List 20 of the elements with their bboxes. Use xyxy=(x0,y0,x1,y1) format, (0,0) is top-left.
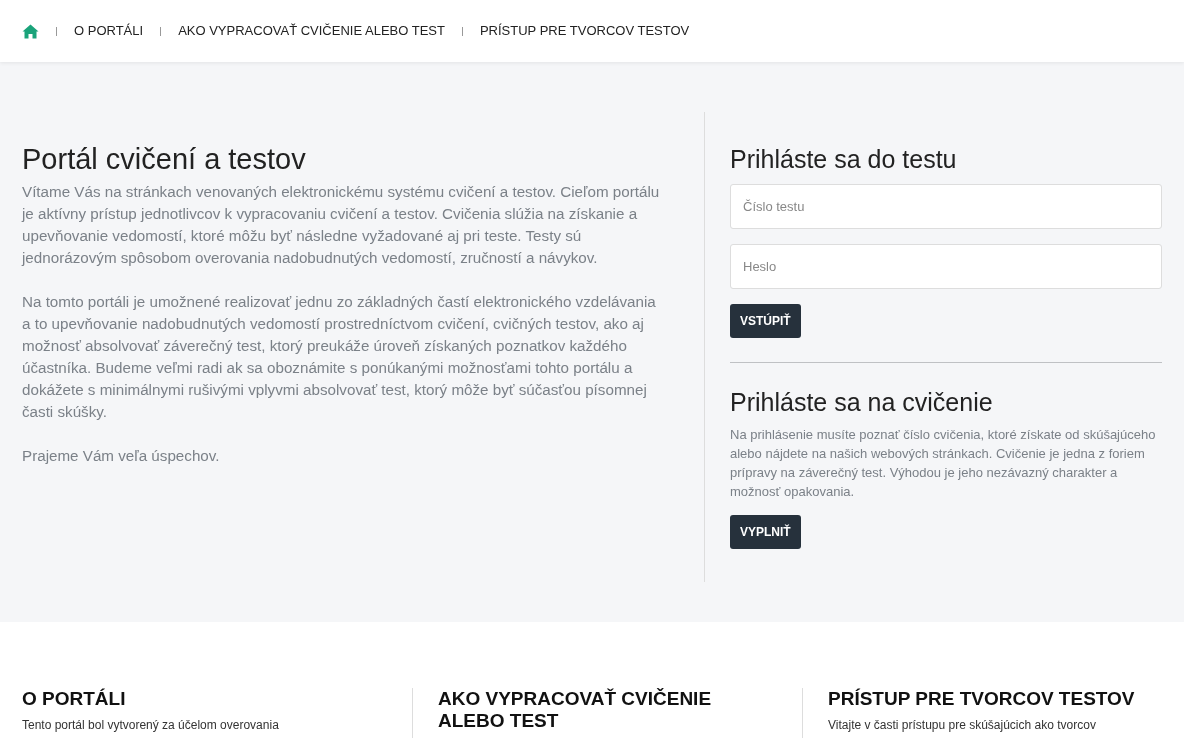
section-title: Prihláste sa do testu xyxy=(730,144,958,174)
footer-title: PRÍSTUP PRE TVORCOV TESTOV xyxy=(828,688,1136,710)
intro-paragraph: Prajeme Vám veľa úspechov. xyxy=(22,445,221,466)
page-title: Portál cvičení a testov xyxy=(22,142,307,177)
nav-link[interactable]: O PORTÁLI xyxy=(74,21,144,41)
input-field[interactable]: Číslo testu xyxy=(730,184,1162,229)
footer-title: AKO VYPRACOVAŤ CVIČENIE ALEBO TEST xyxy=(438,688,713,732)
section-text: Na prihlásenie musíte poznať číslo cvičenia, ktoré získate od skúšajúceho alebo nájdete na našich webových stránkach. Cvičenie je jedna z foriem prípravy na záverečný test. Výhodou je jeho nezávazný charakter a možnosť opakovania. xyxy=(730,426,1157,501)
footer-title: O PORTÁLI xyxy=(22,688,127,710)
input-field[interactable]: Heslo xyxy=(730,244,1162,289)
intro-paragraph: Vítame Vás na stránkach venovaných elektronickému systému cvičení a testov. Cieľom portálu je aktívny prístup jednotlivcov k vypracovaniu cvičení a testov. Cvičenia slúžia na získanie a upevňovanie vedomostí, ktoré môžu byť následne vyžadované aj pri teste. Testy sú jednorázovým spôsobom overovania nadobudnutých vedomostí, zručností a návykov. xyxy=(22,181,661,268)
intro-paragraph: Na tomto portáli je umožnené realizovať jednu zo základných častí elektronického vzdelávania a to upevňovanie nadobudnutých vedomostí prostredníctvom cvičení, cvičných testov, ako aj možnosť absolvovať záverečný test, ktorý preukáže úroveň získaných poznatkov každého účastníka. Budeme veľmi radi ak sa oboznámite s ponúkanými možnosťami tohto portálu a dokážete s minimálnymi rušivými vplyvmi absolvovať test, ktorý môže byť súčasťou písomnej časti skúšky. xyxy=(22,291,657,422)
footer-text: Tento portál bol vytvorený za účelom overovania xyxy=(22,717,280,734)
nav-link[interactable]: PRÍSTUP PRE TVORCOV TESTOV xyxy=(479,21,690,41)
home-icon[interactable] xyxy=(22,23,39,39)
footer-text: Vitajte v časti prístupu pre skúšajúcich ako tvorcov xyxy=(828,717,1097,734)
fill-button[interactable]: VYPLNIŤ xyxy=(730,515,801,549)
nav-link[interactable]: AKO VYPRACOVAŤ CVIČENIE ALEBO TEST xyxy=(178,21,445,41)
enter-button[interactable]: VSTÚPIŤ xyxy=(730,304,801,338)
section-title: Prihláste sa na cvičenie xyxy=(730,387,994,417)
